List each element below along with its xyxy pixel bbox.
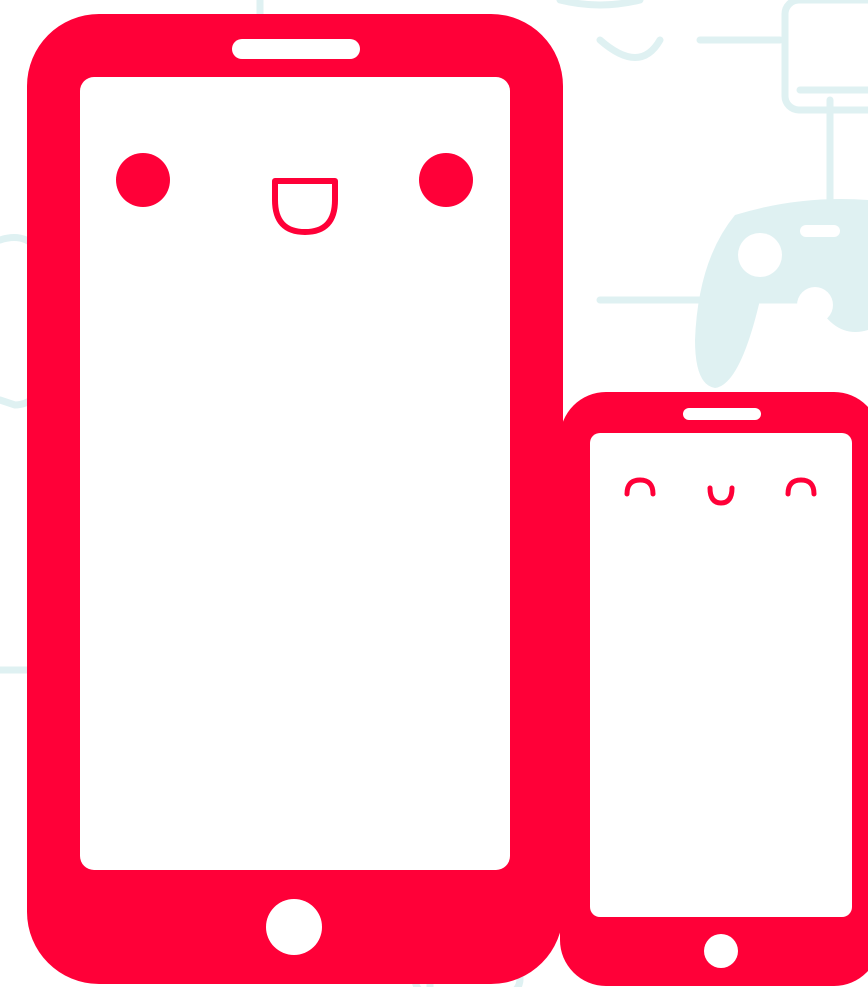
gamepad-outline-icon: [556, 0, 664, 61]
right-eye: [419, 153, 473, 207]
open-mouth: [272, 178, 338, 235]
small-phone-home-button: [704, 934, 738, 968]
small-phone-screen: [590, 433, 852, 917]
small-phone-speaker: [683, 408, 761, 420]
large-phone-home-button: [266, 899, 322, 955]
gamepad-solid-icon: [695, 199, 868, 388]
large-phone: [27, 14, 563, 984]
large-phone-speaker: [232, 39, 360, 59]
left-eye: [116, 153, 170, 207]
small-phone: [560, 392, 868, 986]
phone-outline-icon: [781, 0, 868, 114]
illustration-svg: [0, 0, 868, 987]
illustration: [0, 0, 868, 987]
